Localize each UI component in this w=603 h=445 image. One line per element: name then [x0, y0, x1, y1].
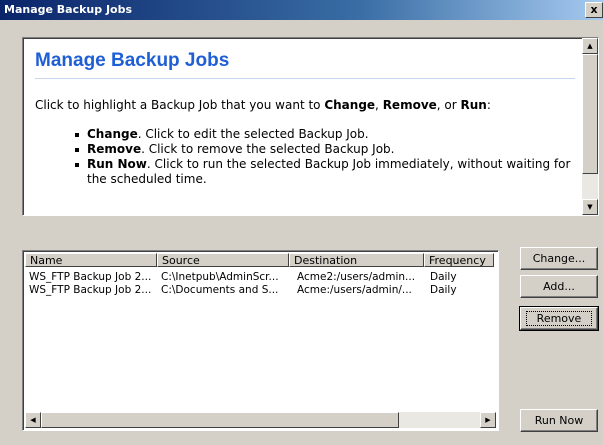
column-header-name[interactable]: Name [25, 253, 157, 267]
run-now-button-label: Run Now [534, 414, 584, 427]
cell-name: WS_FTP Backup Job 2... [29, 284, 152, 296]
change-button[interactable]: Change... [520, 247, 598, 270]
backup-jobs-list[interactable]: Name Source Destination Frequency WS_FTP… [22, 250, 499, 431]
cell-source: C:\Inetpub\AdminScr... [161, 271, 279, 283]
page-heading: Manage Backup Jobs [35, 46, 575, 79]
intro-sep1: , [375, 98, 383, 112]
cell-destination: Acme:/users/admin/... [297, 284, 412, 296]
intro-text: Click to highlight a Backup Job that you… [35, 97, 575, 113]
column-header-source[interactable]: Source [157, 253, 289, 267]
table-row[interactable]: WS_FTP Backup Job 2... C:\Documents and … [25, 284, 495, 297]
remove-button[interactable]: Remove [519, 306, 599, 331]
window-title: Manage Backup Jobs [4, 3, 133, 16]
intro-run: Run [460, 98, 487, 112]
scroll-thumb[interactable] [582, 54, 598, 174]
cell-frequency: Daily [430, 271, 457, 283]
bullet-run-now: Run Now. Click to run the selected Backu… [75, 157, 575, 187]
intro-change: Change [324, 98, 376, 112]
scroll-thumb[interactable] [41, 412, 399, 428]
scroll-down-icon[interactable]: ▼ [582, 199, 598, 215]
info-content: Manage Backup Jobs Click to highlight a … [35, 46, 575, 187]
column-header-frequency[interactable]: Frequency [424, 253, 494, 267]
add-button[interactable]: Add... [520, 275, 598, 298]
scroll-up-icon[interactable]: ▲ [582, 38, 598, 54]
bullet-text: . Click to remove the selected Backup Jo… [141, 142, 395, 156]
bullet-text: . Click to run the selected Backup Job i… [87, 157, 571, 186]
close-icon: x [590, 3, 598, 16]
bullet-remove: Remove. Click to remove the selected Bac… [75, 142, 575, 157]
cell-frequency: Daily [430, 284, 457, 296]
scroll-left-icon[interactable]: ◀ [25, 412, 41, 428]
scroll-right-icon[interactable]: ▶ [480, 412, 496, 428]
bullet-text: . Click to edit the selected Backup Job. [137, 127, 369, 141]
intro-remove: Remove [382, 98, 437, 112]
run-now-button[interactable]: Run Now [520, 409, 598, 432]
intro-suffix: : [486, 98, 491, 112]
cell-source: C:\Documents and S... [161, 284, 279, 296]
info-panel: Manage Backup Jobs Click to highlight a … [22, 37, 599, 216]
change-button-label: Change... [532, 252, 586, 265]
list-horizontal-scrollbar[interactable]: ◀ ▶ [25, 412, 496, 428]
bullet-term: Run Now [87, 157, 147, 171]
cell-name: WS_FTP Backup Job 2... [29, 271, 152, 283]
title-bar: Manage Backup Jobs x [0, 0, 603, 20]
bullet-change: Change. Click to edit the selected Backu… [75, 127, 575, 142]
info-vertical-scrollbar[interactable]: ▲ ▼ [582, 38, 598, 215]
cell-destination: Acme2:/users/admin... [297, 271, 416, 283]
remove-button-label: Remove [525, 311, 593, 326]
help-bullets: Change. Click to edit the selected Backu… [35, 127, 575, 187]
bullet-term: Remove [87, 142, 142, 156]
close-button[interactable]: x [585, 2, 603, 18]
table-row[interactable]: WS_FTP Backup Job 2... C:\Inetpub\AdminS… [25, 271, 495, 284]
bullet-term: Change [87, 127, 138, 141]
add-button-label: Add... [543, 280, 575, 293]
column-header-destination[interactable]: Destination [289, 253, 424, 267]
list-header: Name Source Destination Frequency [25, 253, 497, 269]
intro-sep2: , or [436, 98, 461, 112]
intro-prefix: Click to highlight a Backup Job that you… [35, 98, 325, 112]
